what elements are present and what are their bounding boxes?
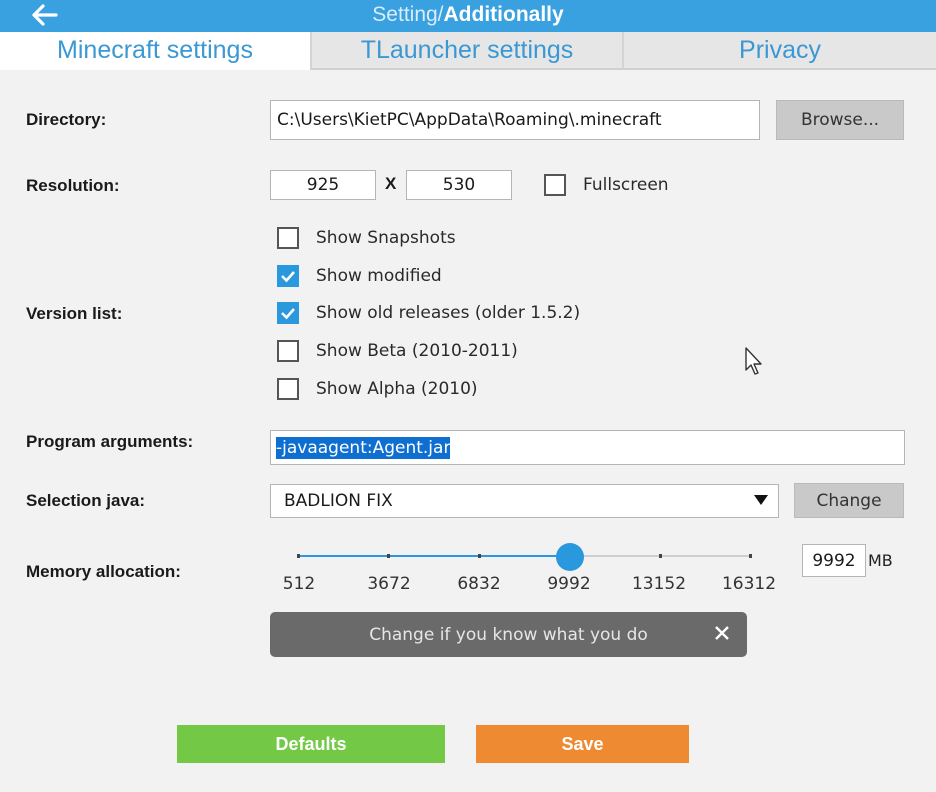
fullscreen-checkbox[interactable]: Fullscreen: [544, 174, 669, 196]
show-old-releases-checkbox[interactable]: Show old releases (older 1.5.2): [277, 302, 580, 324]
slider-tick-label: 9992: [547, 574, 591, 594]
checkmark-icon: [281, 308, 295, 320]
tab-privacy[interactable]: Privacy: [622, 32, 936, 70]
change-java-button[interactable]: Change: [794, 483, 904, 518]
show-old-releases-label: Show old releases (older 1.5.2): [316, 303, 581, 323]
slider-tick: [749, 554, 752, 558]
selection-java-label: Selection java:: [26, 491, 146, 510]
notice-text: Change if you know what you do: [369, 624, 648, 645]
slider-thumb[interactable]: [556, 543, 585, 571]
resolution-width-input[interactable]: 925: [270, 170, 376, 200]
version-list-label: Version list:: [26, 304, 123, 323]
show-snapshots-label: Show Snapshots: [316, 228, 456, 248]
directory-input[interactable]: C:\Users\KietPC\AppData\Roaming\.minecra…: [270, 100, 760, 140]
directory-label: Directory:: [26, 110, 107, 129]
show-beta-checkbox[interactable]: Show Beta (2010-2011): [277, 340, 518, 362]
memory-allocation-label: Memory allocation:: [26, 562, 181, 581]
resolution-label: Resolution:: [26, 176, 120, 195]
title-section: Setting/: [372, 3, 444, 26]
warning-notice: Change if you know what you do: [270, 612, 747, 657]
java-select[interactable]: BADLION FIX: [270, 484, 779, 518]
defaults-button[interactable]: Defaults: [177, 725, 445, 763]
checkbox-box[interactable]: [544, 174, 566, 196]
memory-unit-label: MB: [868, 551, 893, 570]
slider-tick-label: 3672: [367, 574, 411, 594]
slider-tick-label: 6832: [457, 574, 501, 594]
save-button[interactable]: Save: [476, 725, 689, 763]
slider-tick: [387, 554, 391, 558]
page-title: Setting/Additionally: [0, 3, 936, 27]
program-arguments-input[interactable]: -javaagent:Agent.jar: [270, 430, 905, 465]
checkbox-box[interactable]: [277, 340, 299, 362]
resolution-height-input[interactable]: 530: [406, 170, 512, 200]
slider-tick: [297, 554, 300, 558]
settings-tabs: Minecraft settings TLauncher settings Pr…: [0, 32, 936, 70]
slider-fill: [297, 555, 571, 557]
slider-tick-label: 16312: [721, 574, 777, 594]
show-modified-label: Show modified: [316, 266, 442, 286]
mouse-cursor-icon: [744, 346, 766, 378]
tab-minecraft-settings[interactable]: Minecraft settings: [0, 32, 310, 70]
memory-slider[interactable]: [297, 540, 752, 572]
checkbox-box[interactable]: [277, 265, 299, 287]
title-subsection: Additionally: [443, 3, 564, 26]
dropdown-arrow-icon: [754, 495, 768, 505]
slider-tick-label: 13152: [631, 574, 687, 594]
browse-button[interactable]: Browse...: [776, 100, 904, 140]
slider-tick: [658, 554, 662, 558]
tab-tlauncher-settings[interactable]: TLauncher settings: [310, 32, 622, 70]
fullscreen-label: Fullscreen: [583, 175, 669, 195]
checkmark-icon: [281, 271, 295, 283]
java-select-value: BADLION FIX: [284, 491, 393, 511]
memory-value-input[interactable]: 9992: [802, 544, 866, 577]
show-beta-label: Show Beta (2010-2011): [316, 341, 518, 361]
checkbox-box[interactable]: [277, 227, 299, 249]
title-bar: Setting/Additionally: [0, 0, 936, 32]
checkbox-box[interactable]: [277, 302, 299, 324]
checkbox-box[interactable]: [277, 378, 299, 400]
slider-tick: [477, 554, 481, 558]
slider-tick-label: 512: [282, 574, 316, 594]
show-modified-checkbox[interactable]: Show modified: [277, 265, 442, 287]
resolution-separator: X: [385, 174, 397, 193]
show-alpha-checkbox[interactable]: Show Alpha (2010): [277, 378, 478, 400]
selected-argument-text: -javaagent:Agent.jar: [276, 436, 451, 459]
show-snapshots-checkbox[interactable]: Show Snapshots: [277, 227, 456, 249]
close-icon[interactable]: [713, 624, 731, 642]
program-arguments-label: Program arguments:: [26, 432, 194, 451]
show-alpha-label: Show Alpha (2010): [316, 379, 478, 399]
